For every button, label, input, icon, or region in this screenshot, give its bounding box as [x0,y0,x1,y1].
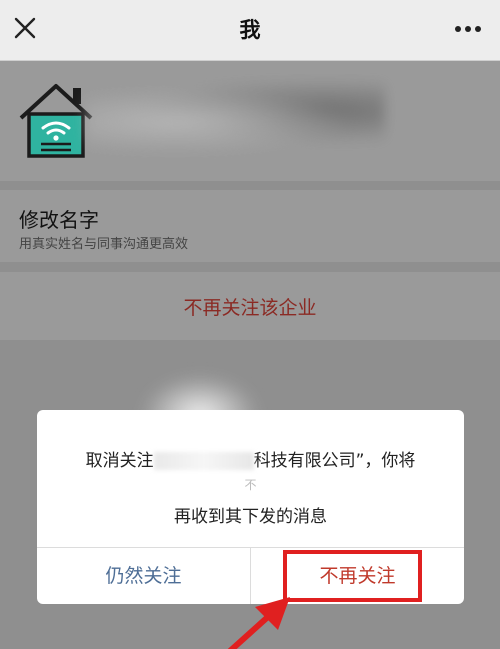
profile-name-redacted [85,82,385,154]
dialog-message-prefix: 取消关注 [85,451,154,471]
dialog-message-suffix: 科技有限公司”，你将 [253,451,416,471]
unfollow-label: 不再关注该企业 [183,297,317,319]
house-wifi-icon [19,84,93,158]
rename-subtitle: 用真实姓名与同事沟通更高效 [19,237,189,252]
dialog-message-small: 不 [244,478,257,492]
dialog-message-line2: 再收到其下发的消息 [174,507,327,527]
more-dots-icon[interactable] [454,25,482,33]
highlight-box [283,550,422,602]
redacted-company-name [153,452,254,470]
nav-bar: 我 [0,0,500,61]
rename-title: 修改名字 [19,208,99,232]
page-title: 我 [239,18,261,42]
keep-following-button[interactable]: 仍然关注 [37,548,250,604]
dialog-message-line1: 取消关注 科技有限公司”，你将 [37,446,464,471]
